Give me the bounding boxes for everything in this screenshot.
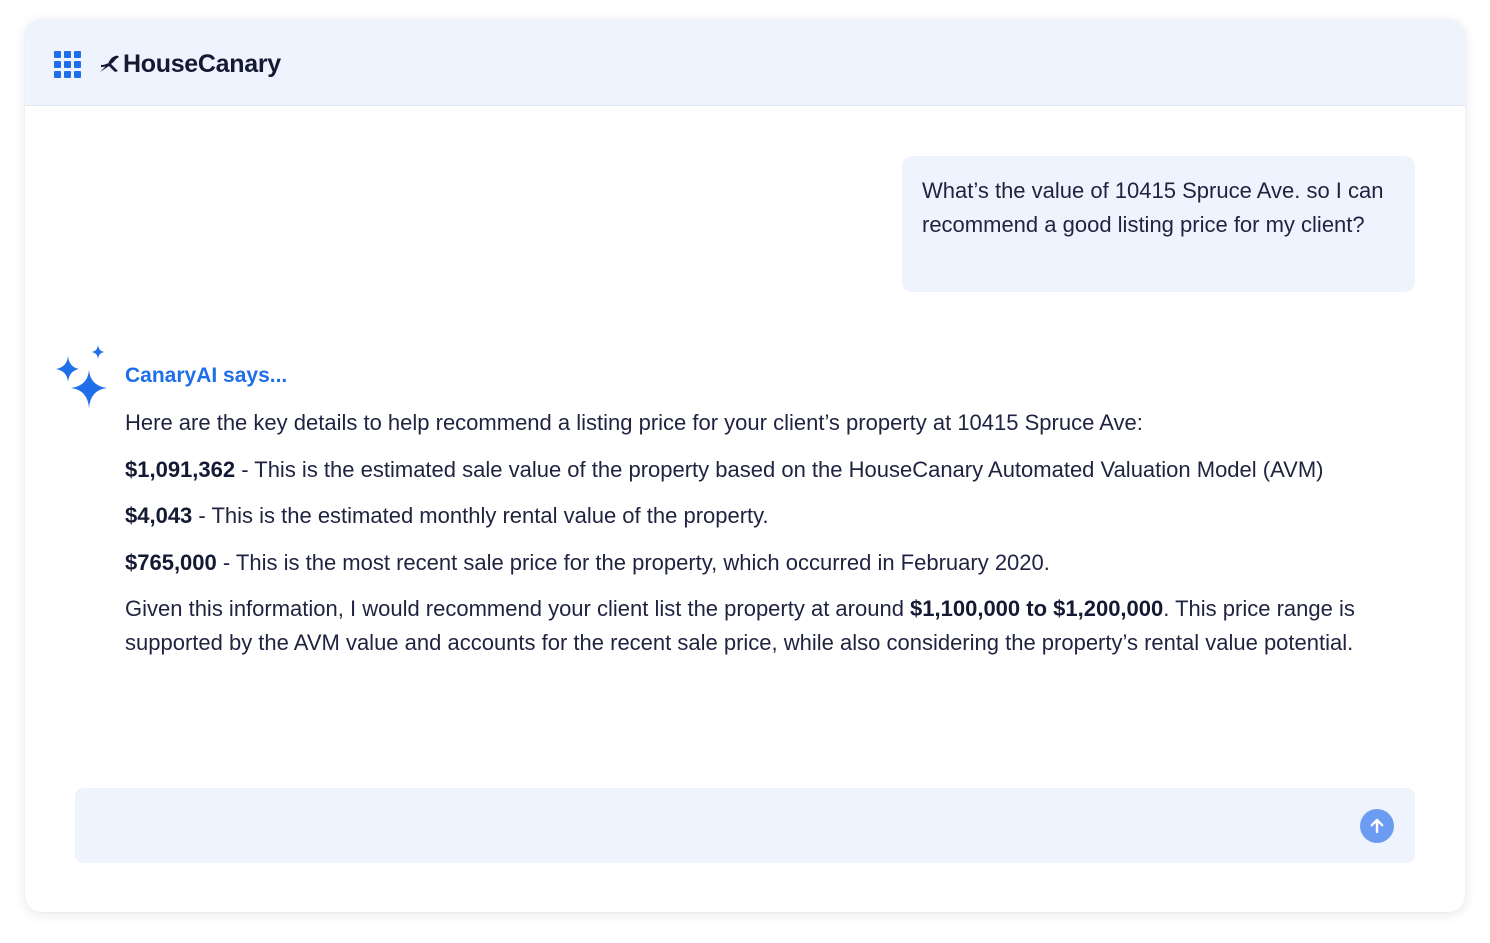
assistant-intro: Here are the key details to help recomme… <box>125 410 1143 435</box>
message-input[interactable] <box>95 808 1349 845</box>
brand-name: HouseCanary <box>123 49 281 78</box>
fact-text: - This is the most recent sale price for… <box>216 549 1050 575</box>
fact-value: $765,000 <box>125 549 217 575</box>
top-bar: HouseCanary <box>25 20 1465 106</box>
fact-sale-value: $1,091,362 - This is the estimated sale … <box>125 453 1415 487</box>
fact-text: - This is the estimated monthly rental v… <box>192 503 769 528</box>
sparkle-icon <box>56 345 107 408</box>
user-message-bubble: What’s the value of 10415 Spruce Ave. so… <box>902 156 1415 292</box>
recommendation-before: Given this information, I would recommen… <box>125 596 911 621</box>
send-button[interactable] <box>1360 809 1394 843</box>
arrow-up-icon <box>1370 818 1384 834</box>
grid-icon[interactable] <box>54 51 81 78</box>
fact-rental-value: $4,043 - This is the estimated monthly r… <box>125 499 1415 533</box>
fact-value: $4,043 <box>125 503 193 528</box>
assistant-response: Here are the key details to help recomme… <box>125 406 1415 673</box>
brand-logo[interactable]: HouseCanary <box>98 49 281 79</box>
fact-text: - This is the estimated sale value of th… <box>235 456 1324 482</box>
chat-window: HouseCanary What’s the value of 10415 Sp… <box>25 20 1465 912</box>
fact-value: $1,091,362 <box>125 456 236 482</box>
assistant-label: CanaryAI says... <box>125 364 288 387</box>
recommended-range: $1,100,000 to $1,200,000 <box>910 596 1164 621</box>
message-composer <box>75 788 1415 863</box>
user-message-text: What’s the value of 10415 Spruce Ave. so… <box>922 178 1384 237</box>
fact-last-sale: $765,000 - This is the most recent sale … <box>125 546 1415 580</box>
recommendation: Given this information, I would recommen… <box>125 592 1415 660</box>
canary-bird-icon <box>100 55 119 72</box>
